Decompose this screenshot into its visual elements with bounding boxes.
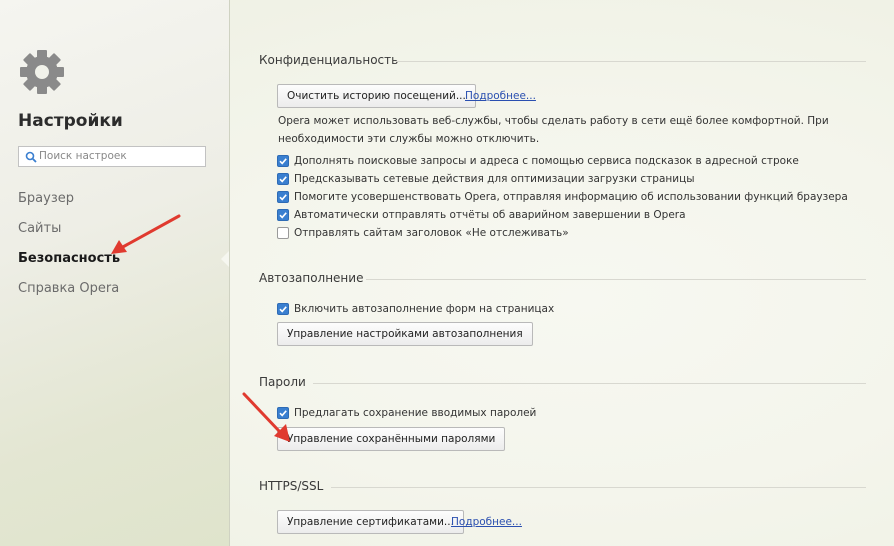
section-divider (331, 487, 866, 488)
privacy-option-row[interactable]: Дополнять поисковые запросы и адреса с п… (277, 153, 799, 169)
page-title: Настройки (18, 111, 123, 131)
section-title-privacy: Конфиденциальность (259, 53, 399, 67)
manage-certificates-button[interactable]: Управление сертификатами... (277, 510, 464, 534)
https-more-link[interactable]: Подробнее... (451, 516, 522, 528)
checkmark-icon (279, 212, 287, 219)
search-input[interactable] (39, 148, 199, 164)
clear-history-button[interactable]: Очистить историю посещений... (277, 84, 476, 108)
sidebar-item-sites[interactable]: Сайты (18, 221, 61, 236)
search-box[interactable] (18, 146, 206, 167)
passwords-option-row[interactable]: Предлагать сохранение вводимых паролей (277, 405, 536, 421)
checkbox-label: Автоматически отправлять отчёты об авари… (294, 209, 686, 221)
sidebar: Настройки Браузер Сайты Безопасность Спр… (0, 0, 230, 546)
privacy-description: Opera может использовать веб-службы, что… (278, 115, 829, 145)
checkbox-label: Отправлять сайтам заголовок «Не отслежив… (294, 227, 569, 239)
annotation-arrow-icon (111, 214, 181, 254)
checkmark-icon (279, 306, 287, 313)
privacy-option-row[interactable]: Предсказывать сетевые действия для оптим… (277, 171, 695, 187)
search-icon (25, 151, 37, 163)
checkbox-enable-autofill[interactable] (277, 303, 289, 315)
manage-autofill-button[interactable]: Управление настройками автозаполнения (277, 322, 533, 346)
checkbox-label: Дополнять поисковые запросы и адреса с п… (294, 155, 799, 167)
section-title-autofill: Автозаполнение (259, 271, 364, 285)
privacy-option-row[interactable]: Автоматически отправлять отчёты об авари… (277, 207, 686, 223)
autofill-option-row[interactable]: Включить автозаполнение форм на страница… (277, 301, 554, 317)
section-divider (366, 279, 866, 280)
section-divider (313, 383, 866, 384)
checkmark-icon (279, 158, 287, 165)
checkbox-label: Включить автозаполнение форм на страница… (294, 303, 555, 315)
section-divider (396, 61, 866, 62)
checkbox-crash-reports[interactable] (277, 209, 289, 221)
checkmark-icon (279, 176, 287, 183)
sidebar-item-browser[interactable]: Браузер (18, 191, 74, 206)
annotation-arrow-icon (242, 392, 290, 442)
privacy-option-row[interactable]: Отправлять сайтам заголовок «Не отслежив… (277, 225, 569, 241)
section-title-passwords: Пароли (259, 375, 306, 389)
checkbox-label: Помогите усовершенствовать Opera, отправ… (294, 191, 848, 203)
checkbox-predict-network[interactable] (277, 173, 289, 185)
sidebar-item-help[interactable]: Справка Opera (18, 281, 119, 296)
active-item-indicator (221, 251, 229, 267)
manage-passwords-button[interactable]: Управление сохранёнными паролями (277, 427, 506, 451)
checkbox-label: Предлагать сохранение вводимых паролей (294, 407, 537, 419)
checkbox-do-not-track[interactable] (277, 227, 289, 239)
checkbox-usage-stats[interactable] (277, 191, 289, 203)
privacy-more-link[interactable]: Подробнее... (465, 90, 536, 102)
checkmark-icon (279, 194, 287, 201)
section-title-https: HTTPS/SSL (259, 479, 324, 493)
privacy-option-row[interactable]: Помогите усовершенствовать Opera, отправ… (277, 189, 848, 205)
gear-icon (20, 50, 64, 94)
checkbox-search-suggestions[interactable] (277, 155, 289, 167)
checkbox-label: Предсказывать сетевые действия для оптим… (294, 173, 695, 185)
